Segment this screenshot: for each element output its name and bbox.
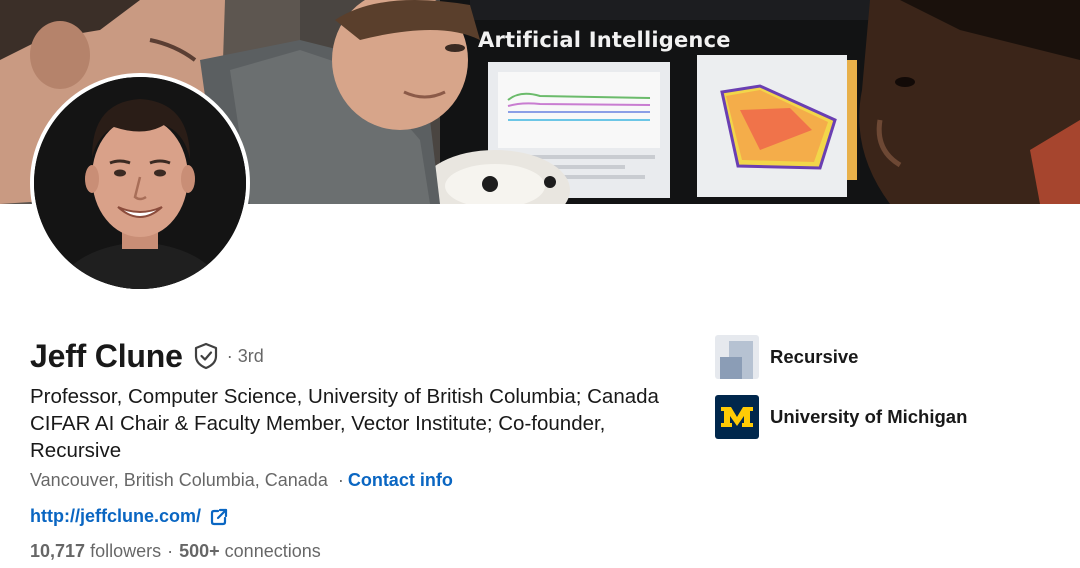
profile-headline: Professor, Computer Science, University … [30,385,659,462]
separator-dot: · [167,541,174,561]
org-university-of-michigan[interactable]: University of Michigan [715,395,967,439]
separator-dot: · [226,345,233,366]
profile-location: Vancouver, British Columbia, Canada [30,470,328,490]
org-name: University of Michigan [770,406,968,427]
connections-label: connections [224,541,321,561]
org-recursive[interactable]: Recursive [715,335,858,379]
block-m-logo-icon [715,395,759,439]
external-link-icon[interactable] [209,507,229,527]
org-name: Recursive [770,346,859,367]
website-link[interactable]: http://jeffclune.com/ [30,506,201,527]
separator-dot: · [337,470,344,490]
connection-degree: · 3rd [227,346,264,367]
followers-count: 10,717 [30,541,86,561]
website-row: http://jeffclune.com/ [30,506,229,527]
location-row: Vancouver, British Columbia, Canada · Cont… [30,470,453,491]
stats-row: 10,717 followers · 500+ connections [30,541,321,562]
connections-link[interactable]: 500+ connections [179,541,321,561]
contact-info-link[interactable]: Contact info [348,470,453,490]
avatar-photo [34,77,246,289]
name-row: Jeff Clune · 3rd [30,336,264,376]
banner-sign-text: Artificial Intelligence [478,28,731,52]
degree-label: 3rd [237,345,264,366]
recursive-logo-icon [715,335,759,379]
connections-count: 500+ [179,541,220,561]
profile-name: Jeff Clune [30,337,183,374]
profile-avatar[interactable] [30,73,250,293]
verified-shield-icon[interactable] [193,342,219,370]
followers-link[interactable]: 10,717 followers [30,541,161,561]
followers-label: followers [90,541,162,561]
